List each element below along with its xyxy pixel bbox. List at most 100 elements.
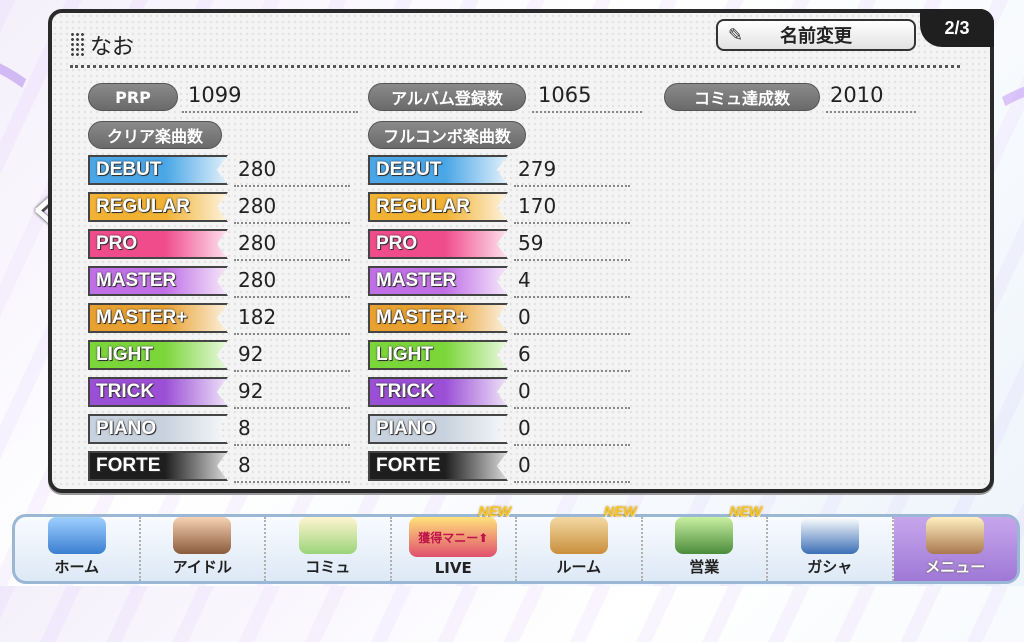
nav-label: 営業: [689, 558, 720, 576]
gacha-icon: [800, 517, 859, 554]
nav-item-0[interactable]: ホーム: [15, 517, 141, 581]
row-underline: [514, 333, 630, 335]
grip-icon: [70, 32, 84, 58]
clear-count-value: 8: [238, 453, 251, 477]
rename-button-label: 名前変更: [780, 26, 852, 47]
difficulty-badge: REGULAR: [368, 192, 508, 222]
stat-underline: [532, 111, 642, 113]
title-divider: [70, 65, 960, 68]
nav-item-1[interactable]: アイドル: [141, 517, 266, 581]
live-icon: 獲得マニー⬆: [409, 517, 498, 557]
title-block: なお: [70, 29, 134, 61]
nav-label: ガシャ: [807, 558, 853, 576]
stat-label-commu: コミュ達成数: [664, 83, 820, 111]
fullcombo-count-value: 59: [518, 231, 544, 255]
new-badge: NEW: [729, 503, 762, 519]
chat-icon: [298, 517, 357, 554]
fullcombo-count-value: 0: [518, 453, 531, 477]
difficulty-badge: MASTER+: [88, 303, 228, 333]
idol-icon: [173, 517, 232, 554]
nav-label: LIVE: [434, 559, 472, 577]
stat-value-prp: 1099: [188, 83, 242, 107]
fullcombo-count-value: 170: [518, 194, 557, 218]
row-underline: [234, 222, 350, 224]
row-underline: [514, 185, 630, 187]
row-underline: [234, 333, 350, 335]
new-badge: NEW: [603, 503, 637, 519]
difficulty-badge: FORTE: [88, 451, 228, 481]
fullcombo-count-header: フルコンボ楽曲数: [368, 121, 526, 149]
pencil-icon: ✎: [728, 25, 744, 46]
room-icon: [549, 517, 608, 554]
fullcombo-count-value: 6: [518, 342, 531, 366]
nav-item-5[interactable]: NEW 営業: [643, 503, 768, 581]
nav-item-2[interactable]: コミュ: [266, 517, 392, 581]
fullcombo-count-value: 279: [518, 157, 557, 181]
fullcombo-count-value: 4: [518, 268, 531, 292]
difficulty-badge: LIGHT: [368, 340, 508, 370]
difficulty-badge: PIANO: [88, 414, 228, 444]
difficulty-badge: MASTER+: [368, 303, 508, 333]
difficulty-badge: REGULAR: [88, 192, 228, 222]
nav-label: コミュ: [305, 558, 351, 576]
profile-stats-panel: 2/3 なお ✎ 名前変更 PRP 1099 アルバム登録数 1065 コミュ達…: [48, 9, 994, 493]
difficulty-badge: PIANO: [368, 414, 508, 444]
producer-name: なお: [90, 35, 135, 60]
clear-count-header: クリア楽曲数: [88, 121, 222, 149]
row-underline: [234, 185, 350, 187]
nav-label: ルーム: [556, 558, 602, 576]
row-underline: [514, 444, 630, 446]
page-indicator: 2/3: [920, 9, 994, 47]
nav-item-7[interactable]: メニュー: [893, 517, 1017, 581]
rename-button[interactable]: ✎ 名前変更: [716, 19, 916, 51]
difficulty-badge: TRICK: [368, 377, 508, 407]
row-underline: [514, 222, 630, 224]
difficulty-badge: DEBUT: [88, 155, 228, 185]
nav-item-3[interactable]: NEW 獲得マニー⬆ LIVE: [392, 503, 517, 581]
fullcombo-count-value: 0: [518, 416, 531, 440]
difficulty-badge: PRO: [88, 229, 228, 259]
nav-item-6[interactable]: ガシャ: [768, 517, 894, 581]
row-underline: [514, 481, 630, 483]
row-underline: [234, 481, 350, 483]
nav-item-4[interactable]: NEW ルーム: [517, 503, 643, 581]
stat-label-prp: PRP: [88, 83, 178, 111]
row-underline: [234, 444, 350, 446]
map-icon: [675, 517, 734, 554]
stat-value-commu: 2010: [830, 83, 884, 107]
row-underline: [514, 407, 630, 409]
clear-count-value: 280: [238, 231, 277, 255]
row-underline: [514, 296, 630, 298]
clear-count-value: 280: [238, 268, 277, 292]
fullcombo-count-value: 0: [518, 379, 531, 403]
row-underline: [234, 296, 350, 298]
new-badge: NEW: [478, 503, 511, 519]
clear-count-value: 182: [238, 305, 277, 329]
clear-count-value: 8: [238, 416, 251, 440]
clear-count-value: 92: [238, 379, 264, 403]
stat-value-album: 1065: [538, 83, 592, 107]
difficulty-badge: MASTER: [368, 266, 508, 296]
row-underline: [514, 259, 630, 261]
nav-label: ホーム: [54, 558, 100, 576]
nav-label: メニュー: [925, 558, 986, 576]
menu-icon: [926, 517, 985, 554]
row-underline: [234, 370, 350, 372]
clear-count-value: 280: [238, 194, 277, 218]
clear-count-value: 280: [238, 157, 277, 181]
difficulty-badge: TRICK: [88, 377, 228, 407]
difficulty-badge: MASTER: [88, 266, 228, 296]
difficulty-badge: PRO: [368, 229, 508, 259]
stat-underline: [182, 111, 358, 113]
fullcombo-count-value: 0: [518, 305, 531, 329]
row-underline: [234, 407, 350, 409]
row-underline: [514, 370, 630, 372]
stat-underline: [826, 111, 916, 113]
clear-count-value: 92: [238, 342, 264, 366]
difficulty-badge: FORTE: [368, 451, 508, 481]
nav-label: アイドル: [172, 558, 232, 576]
stat-label-album: アルバム登録数: [368, 83, 526, 111]
castle-icon: [47, 517, 106, 554]
row-underline: [234, 259, 350, 261]
difficulty-badge: DEBUT: [368, 155, 508, 185]
